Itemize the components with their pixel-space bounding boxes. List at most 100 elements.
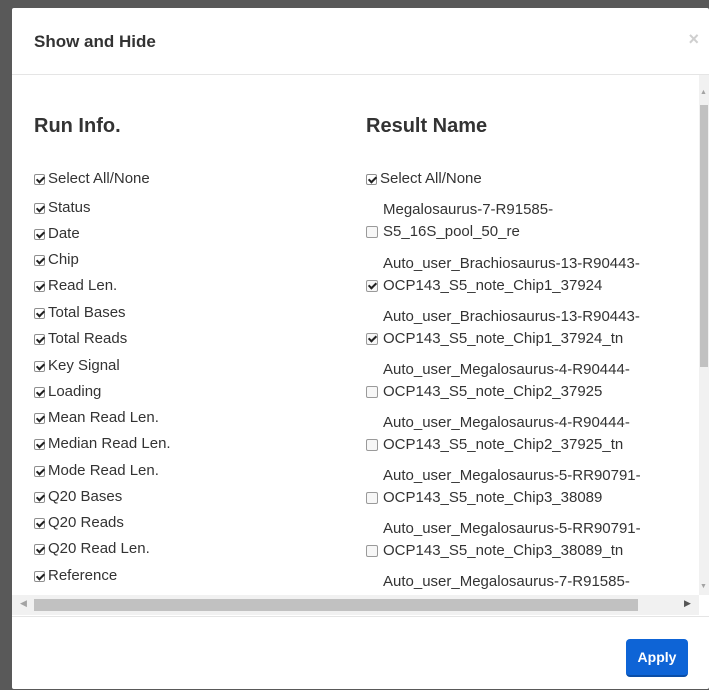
checkbox[interactable]	[34, 307, 45, 319]
checkbox[interactable]	[34, 280, 45, 292]
checkbox-label: Total Bases	[48, 304, 126, 321]
checkbox[interactable]	[34, 465, 45, 477]
modal-header: Show and Hide ×	[12, 8, 709, 75]
checkbox[interactable]	[34, 202, 45, 214]
run-info-item[interactable]: Reference	[34, 566, 117, 586]
checkbox[interactable]	[34, 491, 45, 503]
result-name-line1: Auto_user_Megalosaurus-5-RR90791-	[383, 520, 641, 537]
checkbox[interactable]	[366, 173, 377, 185]
result-name-line1: Auto_user_Brachiosaurus-13-R90443-	[383, 255, 640, 272]
run-info-item[interactable]: Q20 Read Len.	[34, 539, 150, 559]
result-name-item[interactable]: Auto_user_Megalosaurus-5-RR90791- OCP143_…	[366, 518, 641, 562]
checkbox[interactable]	[34, 228, 45, 240]
result-name-line2: OCP143_S5_note_Chip1_37924	[383, 277, 603, 294]
modal-body[interactable]: Run Info. Select All/None Status Date Chip…	[12, 75, 709, 616]
run-info-item[interactable]: Read Len.	[34, 276, 117, 296]
horizontal-scrollbar[interactable]: ◀ ▶	[12, 595, 699, 615]
run-info-item[interactable]: Status	[34, 198, 91, 218]
checkbox[interactable]	[34, 412, 45, 424]
result-name-heading: Result Name	[366, 115, 488, 137]
horizontal-scroll-thumb[interactable]	[34, 599, 638, 611]
result-name-line1: Auto_user_Megalosaurus-4-R90444-	[383, 414, 630, 431]
checkbox-label: Median Read Len.	[48, 435, 171, 452]
result-name-label: Auto_user_Megalosaurus-4-R90444- OCP143_S…	[383, 359, 630, 403]
result-name-line1: Megalosaurus-7-R91585-	[383, 201, 554, 218]
run-info-item[interactable]: Median Read Len.	[34, 434, 171, 454]
run-info-select-all[interactable]: Select All/None	[34, 169, 150, 189]
modal-footer: Apply	[12, 616, 709, 690]
checkbox-label: Q20 Bases	[48, 488, 123, 505]
checkbox[interactable]	[34, 173, 45, 185]
result-name-item[interactable]: Auto_user_Megalosaurus-4-R90444- OCP143_S…	[366, 359, 630, 403]
result-name-item[interactable]: Megalosaurus-7-R91585- S5_16S_pool_50_re	[366, 199, 553, 243]
result-name-item[interactable]: Auto_user_Brachiosaurus-13-R90443- OCP143…	[366, 306, 640, 350]
scroll-up-arrow-icon[interactable]: ▲	[700, 89, 707, 96]
run-info-item[interactable]: Mode Read Len.	[34, 461, 159, 481]
checkbox[interactable]	[34, 386, 45, 398]
checkbox[interactable]	[34, 517, 45, 529]
checkbox-label: Date	[48, 225, 80, 242]
checkbox[interactable]	[366, 280, 378, 292]
run-info-item[interactable]: Date	[34, 224, 80, 244]
result-name-line2: OCP143_S5_note_Chip3_38089	[383, 489, 603, 506]
result-name-line2: OCP143_S5_note_Chip2_37925	[383, 383, 603, 400]
checkbox[interactable]	[34, 333, 45, 345]
checkbox[interactable]	[34, 360, 45, 372]
result-name-label: Megalosaurus-7-R91585- S5_16S_pool_50_re	[383, 199, 553, 243]
vertical-scroll-thumb[interactable]	[700, 105, 708, 367]
checkbox-label: Q20 Read Len.	[48, 540, 150, 557]
checkbox-label: Select All/None	[48, 170, 150, 187]
result-name-label: Auto_user_Brachiosaurus-13-R90443- OCP143…	[383, 306, 640, 350]
checkbox[interactable]	[366, 333, 378, 345]
result-name-item[interactable]: Auto_user_Megalosaurus-5-RR90791- OCP143_…	[366, 465, 641, 509]
result-name-label: Auto_user_Megalosaurus-4-R90444- OCP143_S…	[383, 412, 630, 456]
checkbox-label: Read Len.	[48, 277, 118, 294]
result-name-line1: Auto_user_Megalosaurus-7-R91585-	[383, 573, 630, 590]
apply-button[interactable]: Apply	[626, 639, 688, 677]
checkbox-label: Mode Read Len.	[48, 462, 159, 479]
scroll-down-arrow-icon[interactable]: ▼	[700, 583, 707, 590]
checkbox[interactable]	[366, 386, 378, 398]
checkbox[interactable]	[366, 492, 378, 504]
vertical-scrollbar[interactable]: ▲ ▼	[699, 75, 709, 595]
result-name-line1: Auto_user_Megalosaurus-5-RR90791-	[383, 467, 641, 484]
modal-title: Show and Hide	[34, 32, 156, 51]
result-name-label: Auto_user_Megalosaurus-5-RR90791- OCP143_…	[383, 465, 641, 509]
checkbox-label: Key Signal	[48, 357, 120, 374]
result-name-line2: S5_16S_pool_50_re	[383, 223, 520, 240]
run-info-item[interactable]: Key Signal	[34, 356, 120, 376]
checkbox-label: Total Reads	[48, 330, 128, 347]
run-info-item[interactable]: Total Reads	[34, 329, 127, 349]
run-info-item[interactable]: Mean Read Len.	[34, 408, 159, 428]
run-info-item[interactable]: Q20 Reads	[34, 513, 124, 533]
checkbox[interactable]	[366, 545, 378, 557]
run-info-item[interactable]: Total Bases	[34, 303, 126, 323]
checkbox-label: Reference	[48, 567, 118, 584]
run-info-item[interactable]: Q20 Bases	[34, 487, 122, 507]
result-name-item[interactable]: Auto_user_Megalosaurus-4-R90444- OCP143_S…	[366, 412, 630, 456]
checkbox-label: Q20 Reads	[48, 514, 124, 531]
checkbox[interactable]	[34, 438, 45, 450]
checkbox[interactable]	[34, 543, 45, 555]
result-name-line1: Auto_user_Megalosaurus-4-R90444-	[383, 361, 630, 378]
checkbox[interactable]	[366, 439, 378, 451]
result-name-line2: OCP143_S5_note_Chip3_38089_tn	[383, 542, 624, 559]
checkbox[interactable]	[34, 570, 45, 582]
result-name-line2: OCP143_S5_note_Chip2_37925_tn	[383, 436, 624, 453]
run-info-item[interactable]: Chip	[34, 250, 79, 270]
scroll-left-arrow-icon[interactable]: ◀	[20, 598, 27, 609]
scroll-right-arrow-icon[interactable]: ▶	[684, 598, 691, 609]
checkbox[interactable]	[34, 254, 45, 266]
checkbox[interactable]	[366, 226, 378, 238]
close-icon[interactable]: ×	[688, 30, 699, 48]
checkbox-label: Chip	[48, 251, 79, 268]
checkbox-label: Status	[48, 199, 91, 216]
result-name-select-all[interactable]: Select All/None	[366, 169, 482, 189]
backdrop	[0, 0, 12, 689]
result-name-line2: OCP143_S5_note_Chip1_37924_tn	[383, 330, 624, 347]
checkbox-label: Select All/None	[380, 170, 482, 187]
result-name-label: Auto_user_Megalosaurus-5-RR90791- OCP143_…	[383, 518, 641, 562]
run-info-item[interactable]: Loading	[34, 382, 101, 402]
result-name-item[interactable]: Auto_user_Brachiosaurus-13-R90443- OCP143…	[366, 253, 640, 297]
show-hide-modal: Show and Hide × Run Info. Select All/Non…	[12, 8, 709, 689]
